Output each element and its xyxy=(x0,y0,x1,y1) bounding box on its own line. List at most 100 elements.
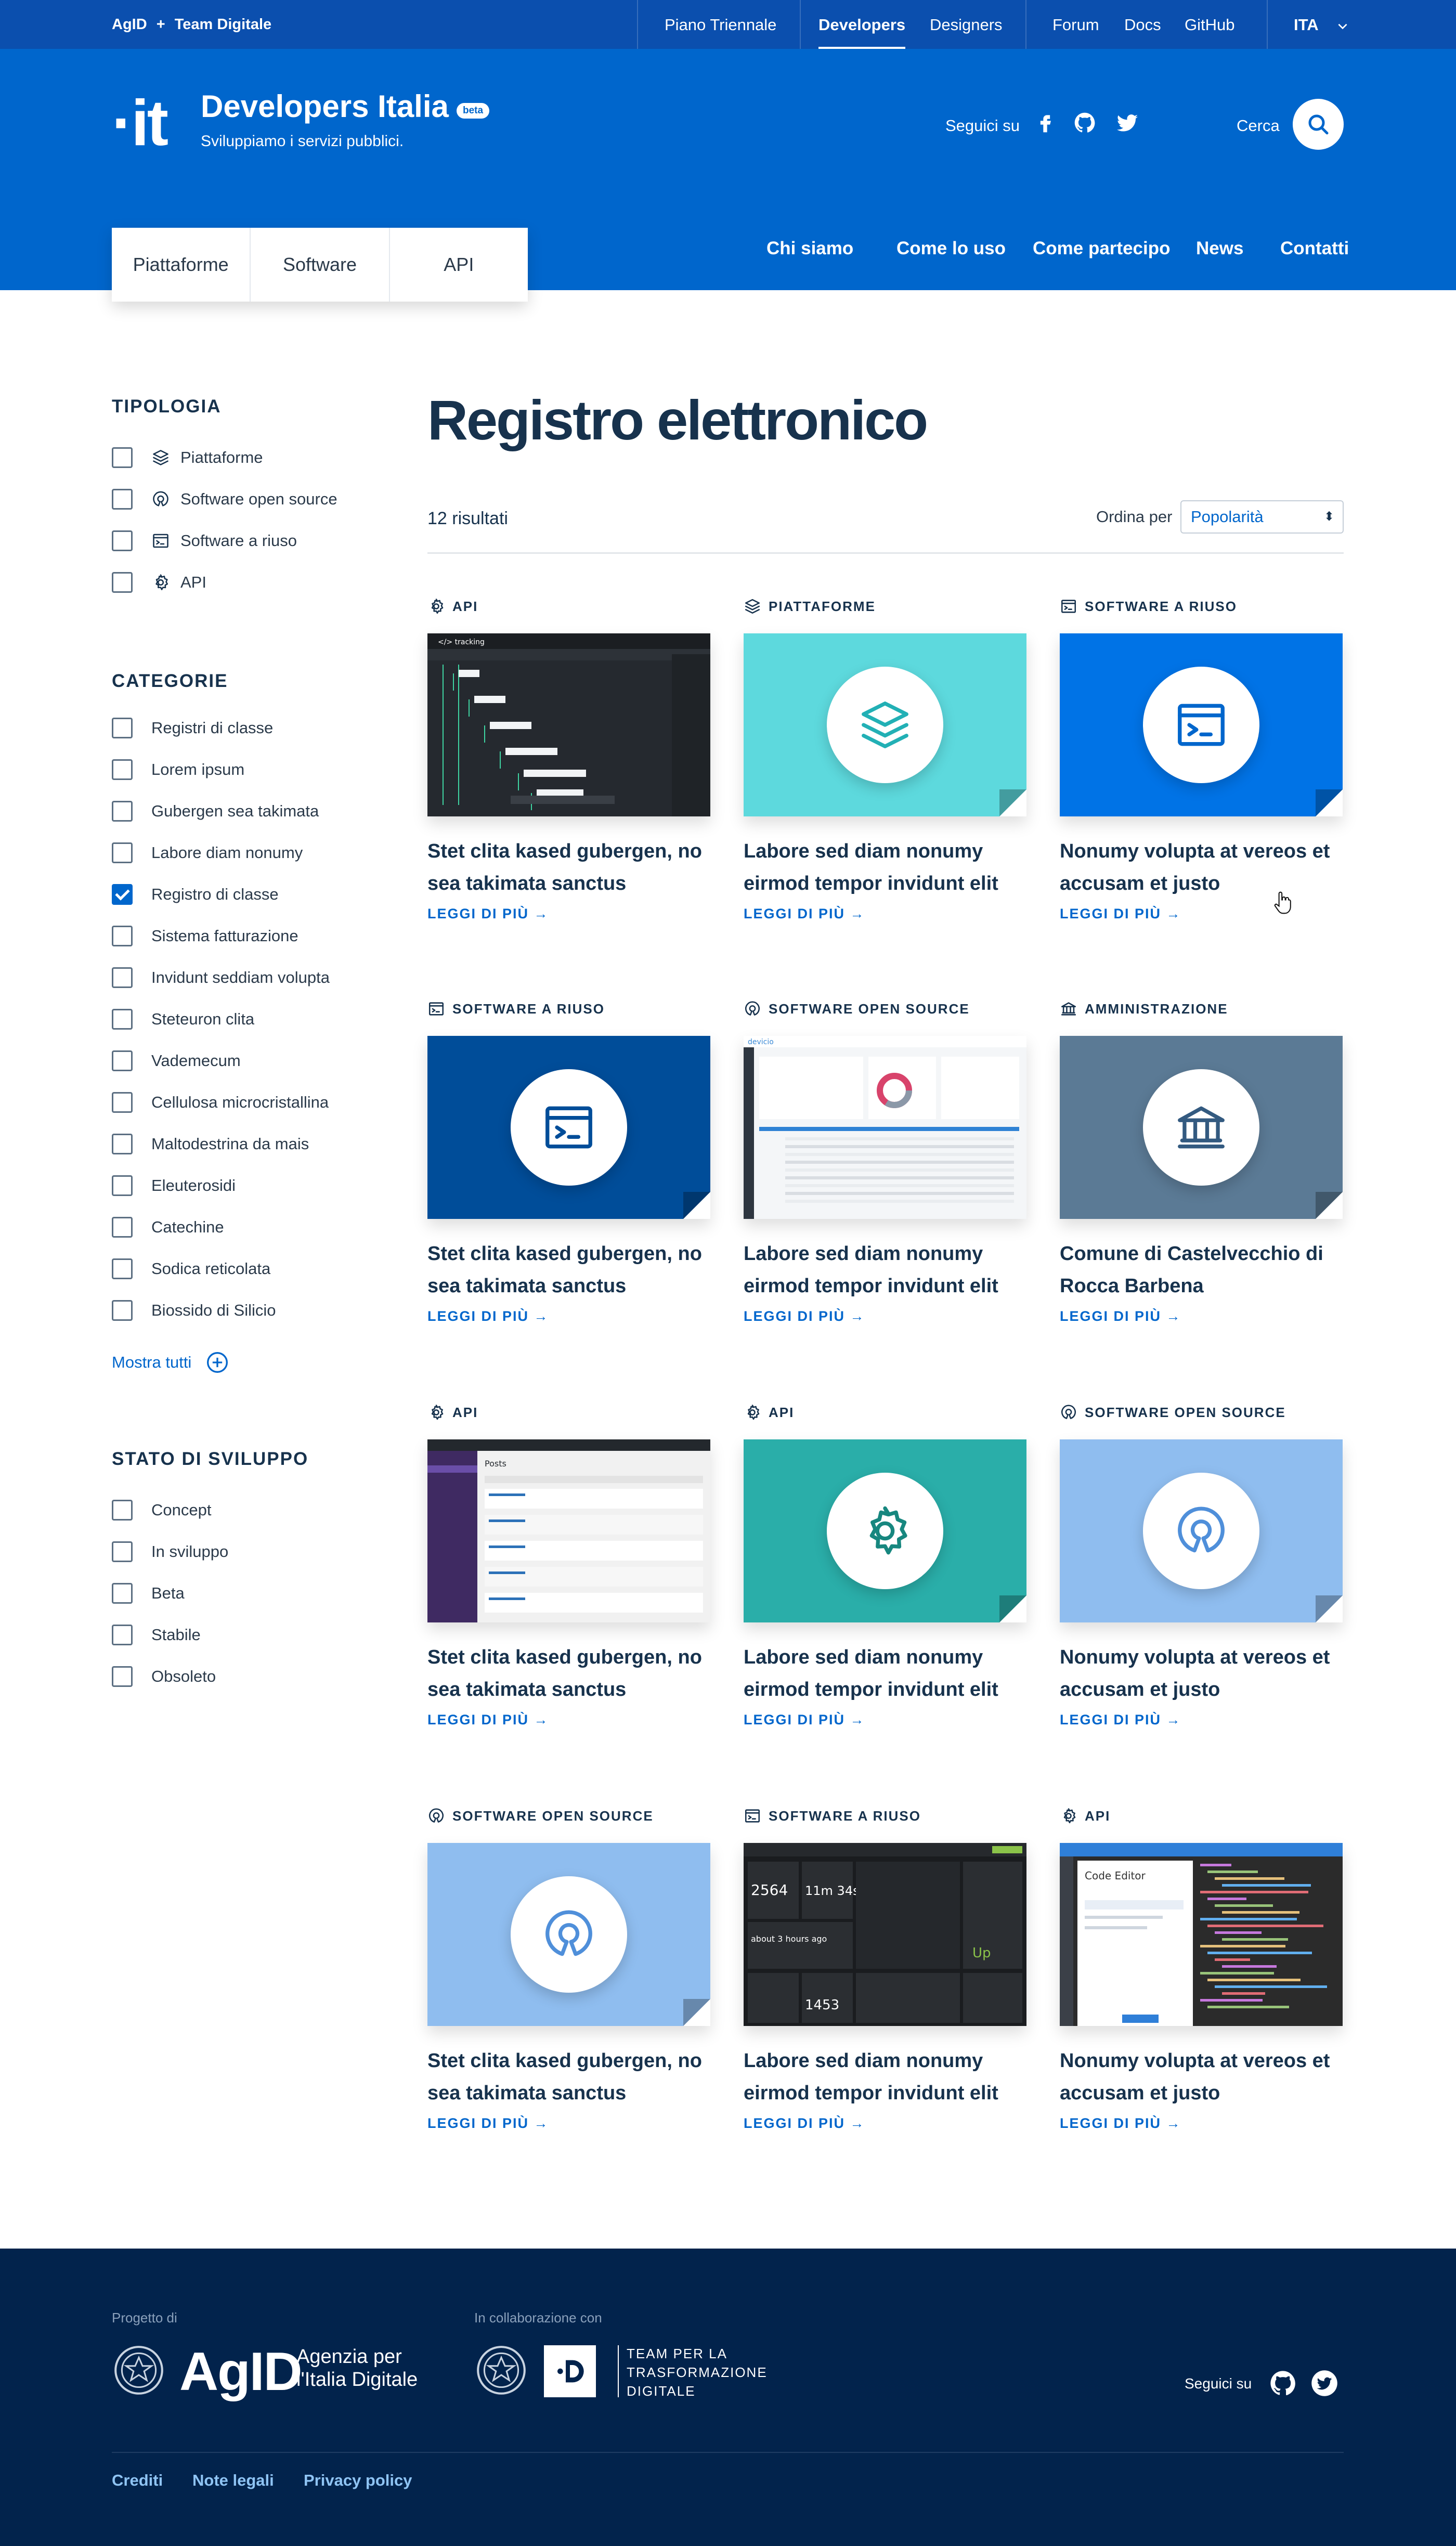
card-title[interactable]: Stet clita kased gubergen, no sea takima… xyxy=(427,835,710,900)
read-more-link[interactable]: LEGGI DI PIÙ → xyxy=(427,2115,710,2132)
card-image[interactable] xyxy=(1060,1036,1343,1219)
topbar-link-docs[interactable]: Docs xyxy=(1124,0,1161,49)
checkbox[interactable] xyxy=(112,842,133,863)
result-card[interactable]: SOFTWARE OPEN SOURCE Nonumy volupta at v… xyxy=(1060,1403,1343,1728)
checkbox[interactable] xyxy=(112,1009,133,1030)
filter-item-beta[interactable]: Beta xyxy=(112,1582,185,1605)
checkbox[interactable] xyxy=(112,1541,133,1562)
checkbox[interactable] xyxy=(112,572,133,593)
card-image[interactable] xyxy=(427,1843,710,2026)
card-image[interactable] xyxy=(744,1439,1026,1622)
tab-software[interactable]: Software xyxy=(251,228,390,302)
topbar-link-forum[interactable]: Forum xyxy=(1052,0,1099,49)
card-title[interactable]: Stet clita kased gubergen, no sea takima… xyxy=(427,1641,710,1706)
card-title[interactable]: Stet clita kased gubergen, no sea takima… xyxy=(427,1238,710,1302)
card-title[interactable]: Labore sed diam nonumy eirmod tempor inv… xyxy=(744,1641,1026,1706)
card-title[interactable]: Stet clita kased gubergen, no sea takima… xyxy=(427,2045,710,2109)
result-card[interactable]: SOFTWARE A RIUSO Stet clita kased guberg… xyxy=(427,999,710,1324)
checkbox[interactable] xyxy=(112,759,133,780)
checkbox[interactable] xyxy=(112,447,133,468)
filter-item-gubergen-sea-takimata[interactable]: Gubergen sea takimata xyxy=(112,800,319,823)
sort-select[interactable]: Popolarità ⬍ xyxy=(1180,500,1344,534)
card-title[interactable]: Nonumy volupta at vereos et accusam et j… xyxy=(1060,1641,1343,1706)
footer-link-crediti[interactable]: Crediti xyxy=(112,2471,163,2490)
footer-link-note-legali[interactable]: Note legali xyxy=(192,2471,274,2490)
github-icon[interactable] xyxy=(1269,2369,1297,2397)
read-more-link[interactable]: LEGGI DI PIÙ → xyxy=(427,1712,710,1728)
card-image[interactable]: devicio xyxy=(744,1036,1026,1219)
tab-api[interactable]: API xyxy=(390,228,528,302)
filter-item-stabile[interactable]: Stabile xyxy=(112,1623,201,1646)
twitter-icon[interactable] xyxy=(1116,111,1139,134)
result-card[interactable]: SOFTWARE A RIUSO 2564 11m 34s about 3 ho… xyxy=(744,1807,1026,2132)
read-more-link[interactable]: LEGGI DI PIÙ → xyxy=(744,2115,1026,2132)
nav-contatti[interactable]: Contatti xyxy=(1280,238,1349,259)
checkbox[interactable] xyxy=(112,801,133,822)
checkbox[interactable] xyxy=(112,489,133,510)
nav-chi-siamo[interactable]: Chi siamo xyxy=(766,238,853,259)
checkbox[interactable] xyxy=(112,1500,133,1521)
result-card[interactable]: SOFTWARE OPEN SOURCE Stet clita kased gu… xyxy=(427,1807,710,2132)
topbar-link-designers[interactable]: Designers xyxy=(930,0,1003,49)
read-more-link[interactable]: LEGGI DI PIÙ → xyxy=(427,906,710,922)
filter-item-eleuterosidi[interactable]: Eleuterosidi xyxy=(112,1174,236,1197)
checkbox[interactable] xyxy=(112,884,133,905)
filter-item-piattaforme[interactable]: Piattaforme xyxy=(112,446,263,469)
filter-item-registro-di-classe[interactable]: Registro di classe xyxy=(112,883,279,906)
filter-item-maltodestrina-da-mais[interactable]: Maltodestrina da mais xyxy=(112,1133,309,1155)
search-button[interactable] xyxy=(1293,99,1344,150)
filter-item-cellulosa-microcristallina[interactable]: Cellulosa microcristallina xyxy=(112,1091,329,1114)
read-more-link[interactable]: LEGGI DI PIÙ → xyxy=(427,1308,710,1324)
result-card[interactable]: API Labore sed diam nonumy eirmod tempor… xyxy=(744,1403,1026,1728)
github-icon[interactable] xyxy=(1073,111,1096,134)
card-image[interactable]: </> tracking xyxy=(427,633,710,816)
checkbox[interactable] xyxy=(112,1583,133,1604)
filter-item-concept[interactable]: Concept xyxy=(112,1499,211,1522)
team-digitale-link[interactable]: Team Digitale xyxy=(175,16,271,33)
filter-item-sodica-reticolata[interactable]: Sodica reticolata xyxy=(112,1257,270,1280)
filter-item-steteuron-clita[interactable]: Steteuron clita xyxy=(112,1008,254,1031)
result-card[interactable]: AMMINISTRAZIONE Comune di Castelvecchio … xyxy=(1060,999,1343,1324)
read-more-link[interactable]: LEGGI DI PIÙ → xyxy=(1060,1308,1343,1324)
tab-piattaforme[interactable]: Piattaforme xyxy=(112,228,251,302)
checkbox[interactable] xyxy=(112,1050,133,1071)
agid-wordmark[interactable]: AgID xyxy=(179,2341,303,2403)
nav-news[interactable]: News xyxy=(1196,238,1243,259)
filter-item-obsoleto[interactable]: Obsoleto xyxy=(112,1665,216,1688)
card-image[interactable]: 2564 11m 34s about 3 hours ago Up 1453 xyxy=(744,1843,1026,2026)
checkbox[interactable] xyxy=(112,1175,133,1196)
result-card[interactable]: API Code Editor Nonumy volupta at vereos… xyxy=(1060,1807,1343,2132)
facebook-icon[interactable] xyxy=(1034,111,1057,134)
nav-come-partecipo[interactable]: Come partecipo xyxy=(1033,238,1171,259)
result-card[interactable]: SOFTWARE A RIUSO Nonumy volupta at vereo… xyxy=(1060,597,1343,922)
checkbox[interactable] xyxy=(112,1300,133,1321)
team-digitale-logo[interactable] xyxy=(544,2345,596,2397)
filter-item-in-sviluppo[interactable]: In sviluppo xyxy=(112,1540,228,1563)
checkbox[interactable] xyxy=(112,1217,133,1238)
checkbox[interactable] xyxy=(112,1092,133,1113)
filter-item-registri-di-classe[interactable]: Registri di classe xyxy=(112,717,273,739)
read-more-link[interactable]: LEGGI DI PIÙ → xyxy=(1060,2115,1343,2132)
card-image[interactable]: Code Editor xyxy=(1060,1843,1343,2026)
card-title[interactable]: Nonumy volupta at vereos et accusam et j… xyxy=(1060,2045,1343,2109)
site-logo[interactable]: ·it xyxy=(112,91,168,155)
filter-item-lorem-ipsum[interactable]: Lorem ipsum xyxy=(112,758,244,781)
result-card[interactable]: PIATTAFORME Labore sed diam nonumy eirmo… xyxy=(744,597,1026,922)
filter-item-software-a-riuso[interactable]: Software a riuso xyxy=(112,529,297,552)
result-card[interactable]: SOFTWARE OPEN SOURCE devicio Labore sed … xyxy=(744,999,1026,1324)
card-image[interactable] xyxy=(1060,1439,1343,1622)
nav-come-lo-uso[interactable]: Come lo uso xyxy=(896,238,1006,259)
filter-item-sistema-fatturazione[interactable]: Sistema fatturazione xyxy=(112,925,298,947)
card-title[interactable]: Labore sed diam nonumy eirmod tempor inv… xyxy=(744,2045,1026,2109)
filter-item-software-open-source[interactable]: Software open source xyxy=(112,488,337,511)
card-title[interactable]: Nonumy volupta at vereos et accusam et j… xyxy=(1060,835,1343,900)
language-selector[interactable]: ITA xyxy=(1294,0,1349,49)
filter-item-catechine[interactable]: Catechine xyxy=(112,1216,224,1239)
card-image[interactable] xyxy=(427,1036,710,1219)
checkbox[interactable] xyxy=(112,530,133,551)
twitter-icon[interactable] xyxy=(1310,2369,1338,2397)
read-more-link[interactable]: LEGGI DI PIÙ → xyxy=(744,906,1026,922)
card-image[interactable] xyxy=(744,633,1026,816)
topbar-link-piano-triennale[interactable]: Piano Triennale xyxy=(665,0,776,49)
checkbox[interactable] xyxy=(112,1258,133,1279)
